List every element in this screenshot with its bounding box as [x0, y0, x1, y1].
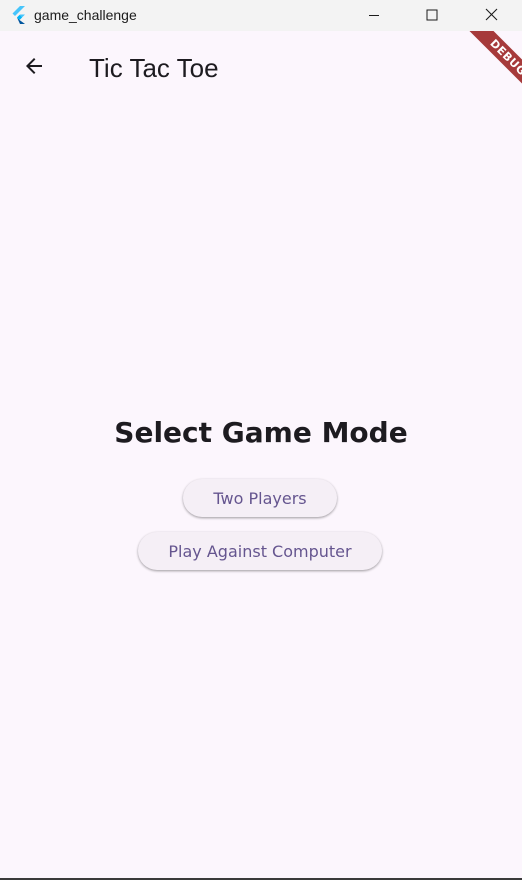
page-title: Tic Tac Toe [89, 53, 219, 83]
arrow-back-icon [22, 54, 46, 82]
close-button[interactable] [462, 0, 520, 31]
window-titlebar[interactable]: game_challenge [0, 0, 522, 31]
flutter-app-icon [9, 5, 29, 25]
play-against-computer-button[interactable]: Play Against Computer [138, 532, 382, 570]
close-icon [485, 6, 498, 25]
app-window: game_challenge Tic Tac Toe DEBUG Select … [0, 0, 522, 880]
back-button[interactable] [14, 48, 54, 88]
window-title: game_challenge [34, 7, 137, 23]
two-players-button[interactable]: Two Players [183, 479, 337, 517]
minimize-button[interactable] [345, 0, 403, 31]
minimize-icon [368, 6, 380, 25]
app-bar: Tic Tac Toe [0, 31, 522, 107]
select-mode-heading: Select Game Mode [114, 416, 408, 449]
maximize-icon [426, 6, 438, 25]
maximize-button[interactable] [403, 0, 461, 31]
